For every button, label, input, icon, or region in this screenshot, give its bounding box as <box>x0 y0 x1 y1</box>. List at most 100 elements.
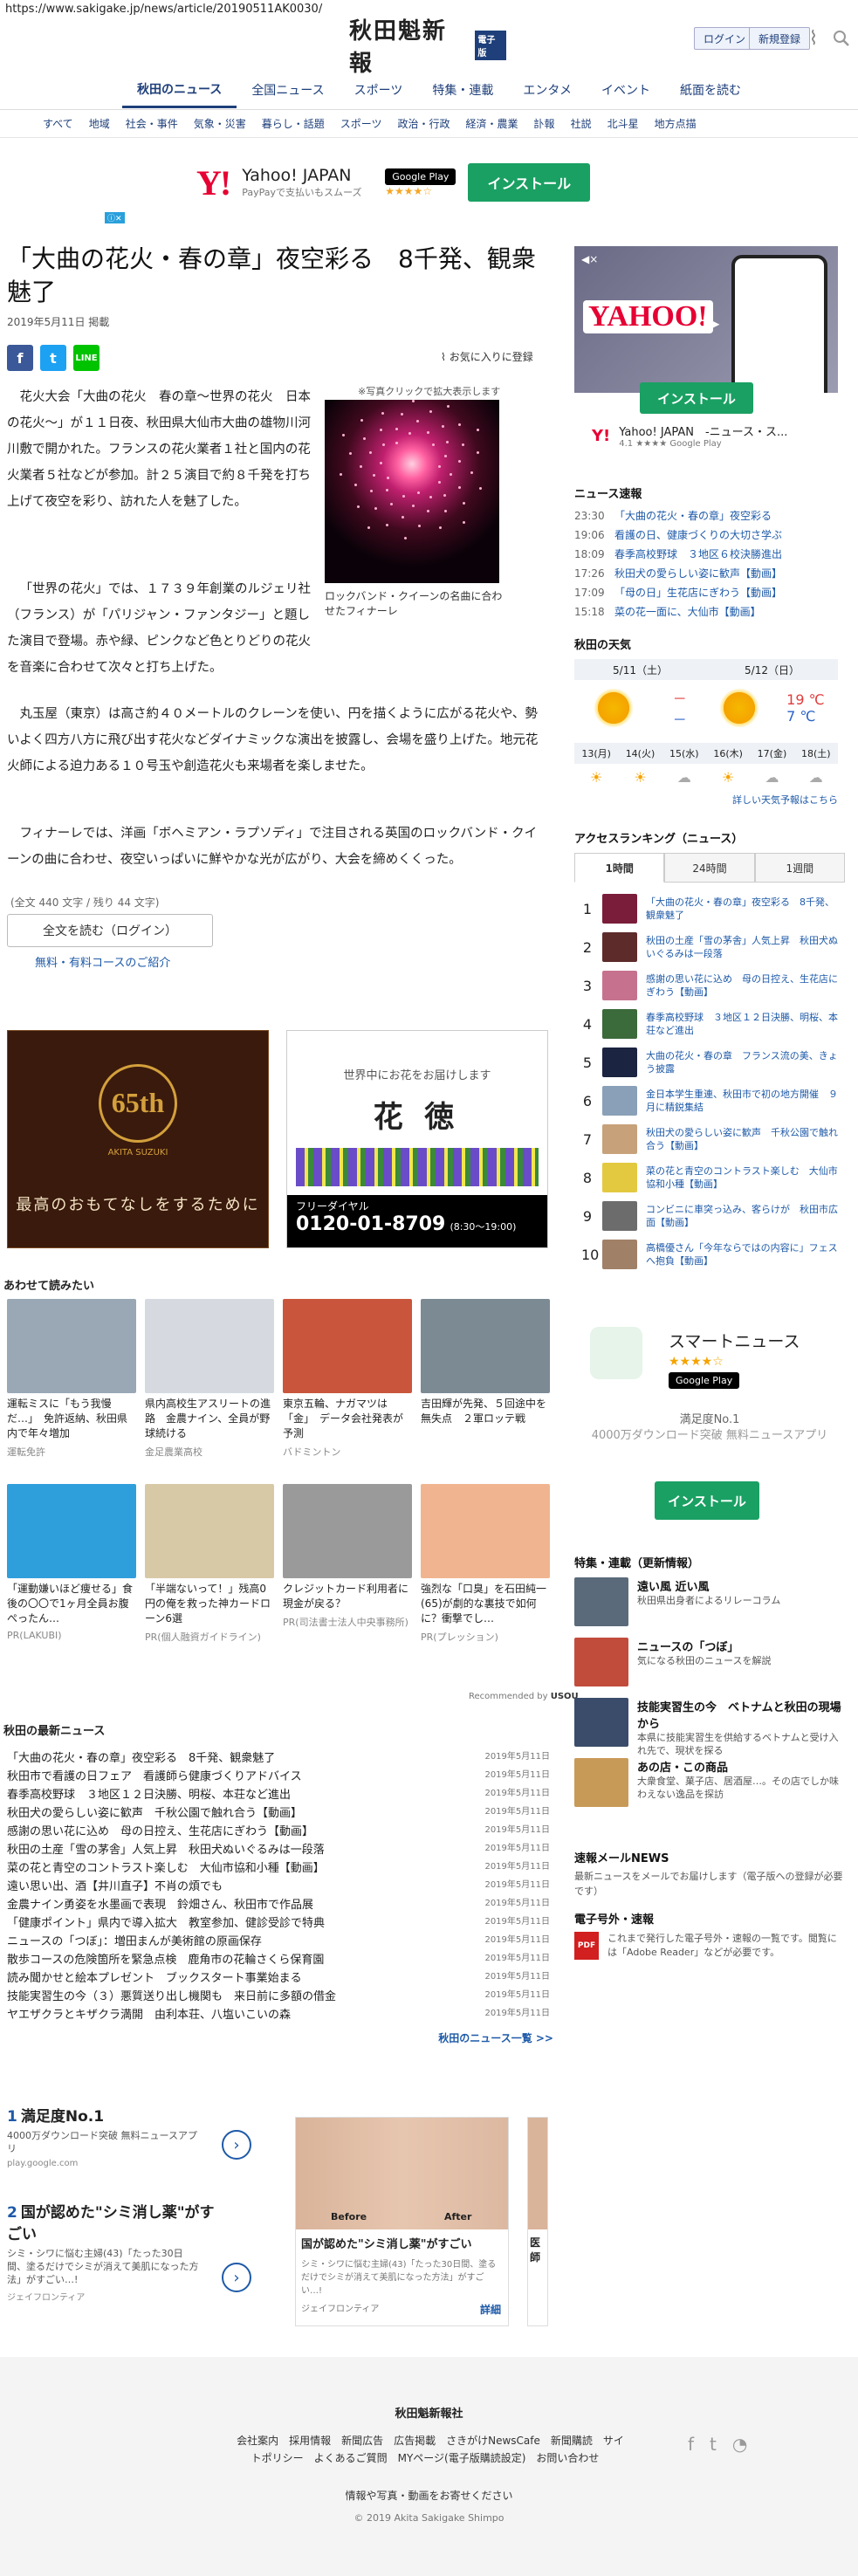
nav-akita-news[interactable]: 秋田のニュース <box>122 72 237 108</box>
feature-item[interactable]: 技能実習生の今 ベトナムと秋田の現場から 本県に技能実習生を供給するベトナムと受け… <box>574 1698 845 1756</box>
ranking-item[interactable]: 7 秋田犬の愛らしい姿に歓声 千秋公園で触れ合う【動画】 <box>574 1120 845 1158</box>
bottom-ad-2[interactable]: 2 国が認めた"シミ消し薬"がすごい シミ・シワに悩む主婦(43)「たった30日間… <box>7 2200 260 2303</box>
nav-national-news[interactable]: 全国ニュース <box>237 72 339 108</box>
weather-more-link[interactable]: 詳しい天気予報はこちら <box>574 793 838 807</box>
related-tile[interactable]: 東京五輪、ナガマツは「金」 データ会社発表が予測 バドミントン <box>283 1299 412 1459</box>
ranking-item[interactable]: 5 大曲の花火・春の章 フランス流の美、きょう披露 <box>574 1043 845 1082</box>
nav-events[interactable]: イベント <box>587 72 665 108</box>
mail-news[interactable]: 速報メールNEWS 最新ニュースをメールでお届けします（電子版への登録が必要です… <box>574 1849 845 1899</box>
related-tile[interactable]: 吉田輝が先発、５回途中を無失点 ２軍ロッテ戦 <box>421 1299 550 1459</box>
sidebar-app-info[interactable]: Y! Yahoo! JAPAN -ニュース・ス... 4.1 ★★★★ Goog… <box>592 417 845 454</box>
flash-row[interactable]: 15:18 菜の花一面に、大仙市【動画】 <box>574 602 845 622</box>
skin-ad-detail-button[interactable]: 詳細 <box>479 2302 501 2317</box>
tab-24-hours[interactable]: 24時間 <box>664 853 755 883</box>
tab-1-week[interactable]: 1週間 <box>754 853 845 883</box>
news-row[interactable]: 技能実習生の今（３）悪質送り出し機関も 来日前に多額の借金 2019年5月11日 <box>3 1987 553 2005</box>
line-icon[interactable]: LINE <box>73 345 100 371</box>
related-tile[interactable]: 県内高校生アスリートの進路 金農ナイン、全員が野球続ける 金足農業高校 <box>145 1299 274 1459</box>
footer-link[interactable]: よくあるご質問 <box>314 2452 388 2464</box>
ranking-item[interactable]: 3 感謝の思い花に込め 母の日控え、生花店にぎわう【動画】 <box>574 966 845 1005</box>
more-news-link[interactable]: 秋田のニュース一覧 >> <box>3 2030 553 2045</box>
subnav-economy[interactable]: 経済・農業 <box>458 116 526 131</box>
login-button[interactable]: ログイン <box>694 27 756 50</box>
clip-icon[interactable]: ⌇ <box>801 26 826 51</box>
search-icon[interactable] <box>829 26 854 51</box>
feature-item[interactable]: あの店・この商品 大衆食堂、菓子店、居酒屋…。その店でしか味わえない逸品を探訪 <box>574 1758 845 1811</box>
ranking-item[interactable]: 10 高橋優さん「今年ならではの内容に」フェスへ抱負【動画】 <box>574 1235 845 1274</box>
flash-row[interactable]: 17:09 「母の日」生花店にぎわう【動画】 <box>574 583 845 602</box>
news-row[interactable]: 秋田市で看護の日フェア 看護師ら健康づくりアドバイス 2019年5月11日 <box>3 1767 553 1785</box>
subnav-editorial[interactable]: 社説 <box>563 116 600 131</box>
nav-features[interactable]: 特集・連載 <box>417 72 508 108</box>
ranking-item[interactable]: 6 金日本学生重連、秋田市で初の地方開催 ９月に精鋭集結 <box>574 1082 845 1120</box>
partial-ad-card[interactable]: 医師 <box>527 2117 548 2326</box>
rss-icon[interactable]: ◔ <box>732 2434 747 2455</box>
site-logo[interactable]: 秋田魁新報 電子版 <box>349 18 506 77</box>
footer-link[interactable]: MYページ(電子版購読設定) <box>398 2452 526 2464</box>
top-banner-ad[interactable]: Y! Yahoo! JAPAN PayPayで支払いもスムーズ Google P… <box>196 155 624 210</box>
ranking-item[interactable]: 8 菜の花と青空のコントラスト楽しむ 大仙市協和小種【動画】 <box>574 1158 845 1197</box>
footer-link[interactable]: 新聞広告 <box>341 2435 383 2447</box>
sidebar-install-button[interactable]: インストール <box>640 382 753 414</box>
ranking-item[interactable]: 1 「大曲の花火・春の章」夜空彩る 8千発、観衆魅了 <box>574 890 845 928</box>
flash-row[interactable]: 18:09 春季高校野球 ３地区６校決勝進出 <box>574 545 845 564</box>
flash-row[interactable]: 17:26 秋田犬の愛らしい姿に歓声【動画】 <box>574 564 845 583</box>
subnav-society[interactable]: 社会・事件 <box>118 116 186 131</box>
sidebar-video-ad[interactable]: YAHOO! ◀× ▶ <box>574 246 838 393</box>
adchoices-icon[interactable]: ⓘ✕ <box>105 212 125 223</box>
subnav-weather[interactable]: 気象・災害 <box>186 116 254 131</box>
news-row[interactable]: ヤエザクラとキザクラ満開 由利本荘、八塩いこいの森 2019年5月11日 <box>3 2005 553 2023</box>
news-row[interactable]: 秋田犬の愛らしい姿に歓声 千秋公園で触れ合う【動画】 2019年5月11日 <box>3 1803 553 1822</box>
ranking-item[interactable]: 2 秋田の土産「雪の茅舎」人気上昇 秋田犬ぬいぐるみは一段落 <box>574 928 845 966</box>
subnav-obituary[interactable]: 訃報 <box>526 116 563 131</box>
news-row[interactable]: 「大曲の花火・春の章」夜空彩る 8千発、観衆魅了 2019年5月11日 <box>3 1748 553 1767</box>
ranking-item[interactable]: 9 コンビニに車突っ込み、客らけが 秋田市広面【動画】 <box>574 1197 845 1235</box>
play-icon[interactable]: ▶ <box>704 311 719 335</box>
news-row[interactable]: 秋田の土産「雪の茅舎」人気上昇 秋田犬ぬいぐるみは一段落 2019年5月11日 <box>3 1840 553 1858</box>
tab-1-hour[interactable]: 1時間 <box>574 853 665 883</box>
footer-link[interactable]: 会社案内 <box>237 2435 278 2447</box>
feature-item[interactable]: ニュースの「つぼ」 気になる秋田のニュースを解説 <box>574 1638 845 1691</box>
mute-icon[interactable]: ◀× <box>581 253 598 265</box>
subnav-life[interactable]: 暮らし・話題 <box>254 116 333 131</box>
news-row[interactable]: 金農ナイン勇姿を水墨画で表現 鈴畑さん、秋田市で作品展 2019年5月11日 <box>3 1895 553 1913</box>
subnav-all[interactable]: すべて <box>35 116 81 131</box>
subnav-region[interactable]: 地域 <box>81 116 118 131</box>
related-tile[interactable]: 「運動嫌いほど痩せる」食後の〇〇で1ヶ月全員お腹ぺったん… PR(LAKUBI) <box>7 1484 136 1644</box>
nav-entertainment[interactable]: エンタメ <box>508 72 587 108</box>
news-row[interactable]: 春季高校野球 ３地区１２日決勝、明桜、本荘など進出 2019年5月11日 <box>3 1785 553 1803</box>
related-tile[interactable]: 強烈な「口臭」を石田純一(65)が劇的な裏技で如何に？衝撃でし… PR(プレッショ… <box>421 1484 550 1644</box>
footer-link[interactable]: 広告掲載 <box>394 2435 436 2447</box>
smartnews-install-button[interactable]: インストール <box>655 1481 759 1520</box>
nav-read-paper[interactable]: 紙面を読む <box>665 72 756 108</box>
related-tile[interactable]: クレジットカード利用者に現金が戻る？ PR(司法書士法人中央事務所) <box>283 1484 412 1644</box>
news-row[interactable]: 遠い思い出、酒【井川直子】不肖の煩でも 2019年5月11日 <box>3 1877 553 1895</box>
suzuki-ad[interactable]: 65th AKITA SUZUKI 最高のおもてなしをするために <box>7 1030 269 1248</box>
florist-ad[interactable]: 世界中にお花をお届けします 花 徳 フリーダイヤル 0120-01-8709 (… <box>286 1030 548 1248</box>
related-tile[interactable]: 「半端ないって！」残高0円の俺を救った神カードローン6選 PR(個人融資ガイドライ… <box>145 1484 274 1644</box>
smartnews-ad[interactable]: スマートニュース ★★★★☆ Google Play 満足度No.1 4000万… <box>574 1309 845 1536</box>
flash-row[interactable]: 23:30 「大曲の花火・春の章」夜空彩る <box>574 506 845 526</box>
read-full-button[interactable]: 全文を読む（ログイン） <box>7 914 213 947</box>
extra-edition[interactable]: 電子号外・速報 PDF これまで発行した電子号外・速報の一覧です。閲覧には「Ad… <box>574 1910 845 1960</box>
facebook-icon[interactable]: f <box>7 345 33 371</box>
chevron-right-icon[interactable]: › <box>222 2263 251 2292</box>
twitter-icon[interactable]: t <box>40 345 66 371</box>
favorite-link[interactable]: ⌇ お気に入りに登録 <box>441 349 533 364</box>
news-row[interactable]: 「健康ポイント」県内で導入拡大 教室参加、健診受診で特典 2019年5月11日 <box>3 1913 553 1932</box>
submit-info-link[interactable]: 情報や写真・動画をお寄せください <box>0 2488 858 2503</box>
news-row[interactable]: 菜の花と青空のコントラスト楽しむ 大仙市協和小種【動画】 2019年5月11日 <box>3 1858 553 1877</box>
article-photo[interactable] <box>325 400 499 583</box>
facebook-icon[interactable]: f <box>688 2434 694 2455</box>
ranking-item[interactable]: 4 春季高校野球 ３地区１２日決勝、明桜、本荘など進出 <box>574 1005 845 1043</box>
news-row[interactable]: ニュースの「つぼ」：増田まんが美術館の原画保存 2019年5月11日 <box>3 1932 553 1950</box>
footer-link[interactable]: 新聞購読 <box>551 2435 593 2447</box>
skin-ad-card[interactable]: Before After 国が認めた"シミ消し薬"がすごい シミ・シワに悩む主婦… <box>295 2117 509 2326</box>
footer-link[interactable]: さきがけNewsCafe <box>446 2435 540 2447</box>
footer-link[interactable]: 採用情報 <box>289 2435 331 2447</box>
subnav-politics[interactable]: 政治・行政 <box>390 116 458 131</box>
chevron-right-icon[interactable]: › <box>222 2130 251 2160</box>
flash-row[interactable]: 19:06 看護の日、健康づくりの大切さ学ぶ <box>574 526 845 545</box>
feature-item[interactable]: 遠い風 近い風 秋田県出身者によるリレーコラム <box>574 1577 845 1631</box>
subnav-hokutosei[interactable]: 北斗星 <box>600 116 647 131</box>
